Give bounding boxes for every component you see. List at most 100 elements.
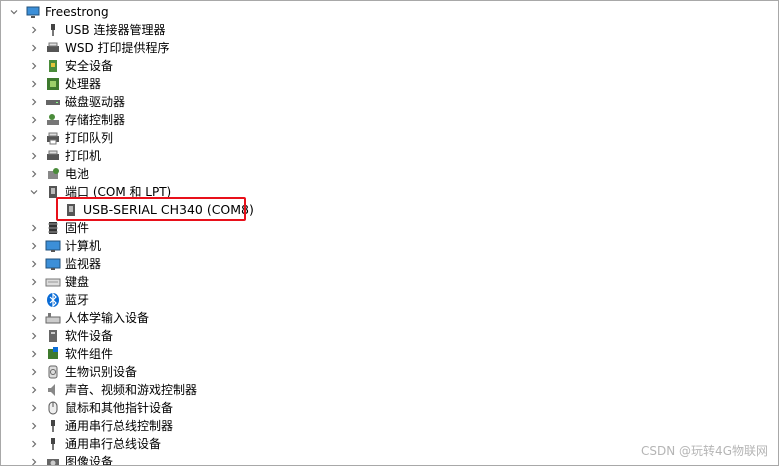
tree-item-processor[interactable]: 处理器	[29, 75, 101, 93]
chevron-right-icon[interactable]	[29, 147, 39, 165]
tree-item-biometric[interactable]: 生物识别设备	[29, 363, 137, 381]
tree-item-print-queue[interactable]: 打印队列	[29, 129, 113, 147]
monitor-icon	[45, 256, 61, 272]
chevron-right-icon[interactable]	[29, 309, 39, 327]
tree-item-label: 存储控制器	[65, 113, 126, 127]
tree-root-row[interactable]: Freestrong	[9, 3, 109, 21]
tree-item-storage-controller[interactable]: 存储控制器	[29, 111, 125, 129]
chevron-right-icon[interactable]	[29, 165, 39, 183]
tree-item-imaging[interactable]: 图像设备	[29, 453, 114, 466]
bluetooth-icon	[45, 292, 61, 308]
tree-item-label: 软件设备	[65, 329, 114, 343]
camera-icon	[45, 454, 61, 465]
security-device-icon	[45, 58, 61, 74]
tree-item-label: 生物识别设备	[65, 365, 138, 379]
computer-monitor-icon	[45, 238, 61, 254]
chevron-right-icon[interactable]	[29, 21, 39, 39]
highlight-box	[56, 197, 246, 221]
watermark: CSDN @玩转4G物联网	[641, 444, 768, 458]
software-device-icon	[45, 328, 61, 344]
tree-item-usb-device[interactable]: 通用串行总线设备	[29, 435, 161, 453]
tree-item-label: 蓝牙	[65, 293, 90, 307]
chevron-right-icon[interactable]	[29, 237, 39, 255]
biometric-icon	[45, 364, 61, 380]
mouse-icon	[45, 400, 61, 416]
chevron-right-icon[interactable]	[29, 363, 39, 381]
chevron-right-icon[interactable]	[29, 129, 39, 147]
tree-item-wsd-print[interactable]: WSD 打印提供程序	[29, 39, 170, 57]
chevron-right-icon[interactable]	[29, 255, 39, 273]
tree-item-usb-connector[interactable]: USB 连接器管理器	[29, 21, 165, 39]
device-manager-tree-panel: Freestrong USB 连接器管理器 WSD 打印提供程序 安全设备 处理…	[0, 0, 779, 466]
tree-root-label: Freestrong	[45, 5, 109, 19]
chevron-right-icon[interactable]	[29, 219, 39, 237]
computer-icon	[25, 4, 41, 20]
chevron-right-icon[interactable]	[29, 111, 39, 129]
tree-item-battery[interactable]: 电池	[29, 165, 89, 183]
tree-item-label: 鼠标和其他指针设备	[65, 401, 174, 415]
tree-item-label: 磁盘驱动器	[65, 95, 126, 109]
chevron-down-icon[interactable]	[29, 183, 39, 201]
chevron-right-icon[interactable]	[29, 417, 39, 435]
chevron-right-icon[interactable]	[29, 93, 39, 111]
tree-item-mouse[interactable]: 鼠标和其他指针设备	[29, 399, 173, 417]
tree-item-label: 人体学输入设备	[65, 311, 150, 325]
tree-item-computer[interactable]: 计算机	[29, 237, 101, 255]
tree-item-security-device[interactable]: 安全设备	[29, 57, 113, 75]
tree-item-label: 计算机	[65, 239, 102, 253]
chevron-down-icon[interactable]	[9, 3, 19, 21]
tree-item-label: 图像设备	[65, 455, 114, 466]
tree-item-label: 通用串行总线控制器	[65, 419, 174, 433]
chevron-right-icon[interactable]	[29, 327, 39, 345]
tree-item-label: WSD 打印提供程序	[65, 41, 170, 55]
chevron-right-icon[interactable]	[29, 273, 39, 291]
tree-item-label: 打印队列	[65, 131, 114, 145]
speaker-icon	[45, 382, 61, 398]
tree-item-label: 处理器	[65, 77, 102, 91]
usb-connector-icon	[45, 22, 61, 38]
chevron-right-icon[interactable]	[29, 381, 39, 399]
chevron-right-icon[interactable]	[29, 399, 39, 417]
software-component-icon	[45, 346, 61, 362]
tree-item-bluetooth[interactable]: 蓝牙	[29, 291, 89, 309]
chevron-right-icon[interactable]	[29, 75, 39, 93]
storage-controller-icon	[45, 112, 61, 128]
tree-item-monitor[interactable]: 监视器	[29, 255, 101, 273]
tree-item-sound[interactable]: 声音、视频和游戏控制器	[29, 381, 197, 399]
processor-icon	[45, 76, 61, 92]
chevron-right-icon[interactable]	[29, 435, 39, 453]
tree-item-software-component[interactable]: 软件组件	[29, 345, 113, 363]
tree-item-label: 声音、视频和游戏控制器	[65, 383, 198, 397]
tree-item-label: 软件组件	[65, 347, 114, 361]
chevron-right-icon[interactable]	[29, 291, 39, 309]
print-queue-icon	[45, 130, 61, 146]
battery-icon	[45, 166, 61, 182]
printer-icon	[45, 40, 61, 56]
tree-item-label: USB 连接器管理器	[65, 23, 166, 37]
tree-item-label: 监视器	[65, 257, 102, 271]
tree-item-hid[interactable]: 人体学输入设备	[29, 309, 149, 327]
tree-item-label: 电池	[65, 167, 90, 181]
tree-item-usb-controller[interactable]: 通用串行总线控制器	[29, 417, 173, 435]
chevron-right-icon[interactable]	[29, 57, 39, 75]
tree-item-firmware[interactable]: 固件	[29, 219, 89, 237]
chevron-right-icon[interactable]	[29, 345, 39, 363]
tree-item-label: 键盘	[65, 275, 90, 289]
chevron-right-icon[interactable]	[29, 453, 39, 465]
usb-icon	[45, 436, 61, 452]
printer-icon	[45, 148, 61, 164]
tree-item-disk-drive[interactable]: 磁盘驱动器	[29, 93, 125, 111]
firmware-icon	[45, 220, 61, 236]
tree-item-keyboard[interactable]: 键盘	[29, 273, 89, 291]
tree-item-software-device[interactable]: 软件设备	[29, 327, 113, 345]
disk-drive-icon	[45, 94, 61, 110]
tree-item-label: 安全设备	[65, 59, 114, 73]
tree-item-label: 打印机	[65, 149, 102, 163]
tree-item-label: 通用串行总线设备	[65, 437, 162, 451]
hid-icon	[45, 310, 61, 326]
chevron-right-icon[interactable]	[29, 39, 39, 57]
tree-item-label: 固件	[65, 221, 90, 235]
tree-item-printer[interactable]: 打印机	[29, 147, 101, 165]
keyboard-icon	[45, 274, 61, 290]
usb-icon	[45, 418, 61, 434]
